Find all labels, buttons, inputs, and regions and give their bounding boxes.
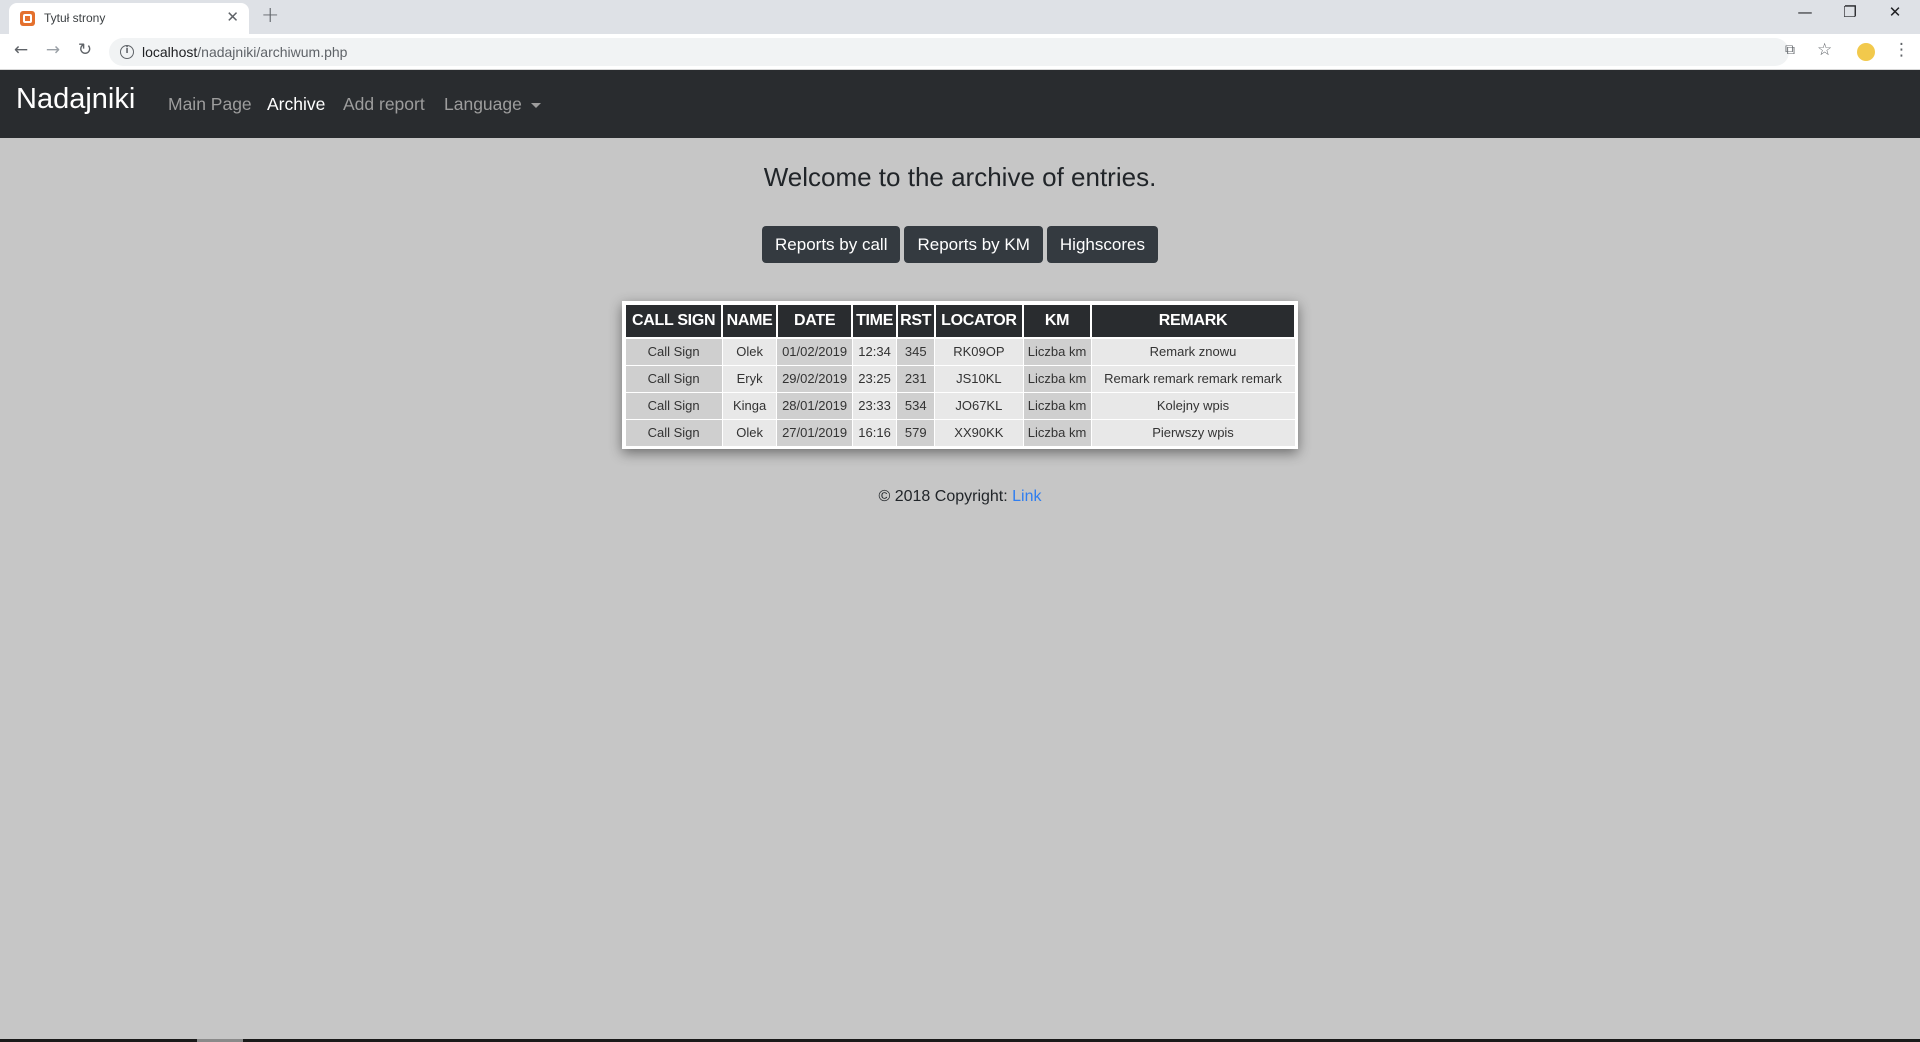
cell-time: 23:25 [851, 364, 898, 393]
header-date: DATE [775, 303, 854, 339]
archive-table: CALL SIGN NAME DATE TIME RST LOCATOR KM … [623, 303, 1296, 447]
tab-close-icon[interactable]: ✕ [226, 8, 239, 26]
window-minimize-button[interactable]: — [1782, 3, 1828, 21]
cell-date: 29/02/2019 [776, 364, 853, 393]
footer-link[interactable]: Link [1012, 488, 1041, 505]
cell-rst: 345 [896, 337, 936, 366]
nav-language-dropdown[interactable]: Language [444, 94, 541, 115]
back-arrow-icon[interactable]: ← [9, 40, 33, 60]
star-icon[interactable]: ☆ [1817, 40, 1832, 60]
favicon-icon [20, 11, 35, 26]
tab-title: Tytuł strony [44, 11, 106, 25]
cell-rst: 579 [896, 418, 936, 447]
nav-language-label: Language [444, 94, 522, 114]
cell-date: 01/02/2019 [776, 337, 853, 366]
window-restore-button[interactable]: ❐ [1827, 3, 1873, 21]
footer-copyright: © 2018 Copyright: [878, 488, 1013, 505]
header-time: TIME [851, 303, 898, 339]
nav-add-report[interactable]: Add report [343, 94, 425, 115]
cell-date: 28/01/2019 [776, 391, 853, 420]
browser-toolbar: ← → ↻ i localhost/nadajniki/archiwum.php [0, 34, 1920, 70]
nav-archive[interactable]: Archive [267, 94, 325, 115]
header-rst: RST [895, 303, 936, 339]
page-title: Welcome to the archive of entries. [763, 162, 1157, 192]
reload-icon[interactable]: ↻ [73, 40, 97, 60]
new-tab-button[interactable]: + [261, 3, 279, 28]
table-row: Call Sign Olek 01/02/2019 12:34 345 RK09… [624, 337, 1296, 366]
cell-name: Olek [721, 418, 778, 447]
table-row: Call Sign Olek 27/01/2019 16:16 579 XX90… [624, 418, 1296, 447]
forward-arrow-icon[interactable]: → [41, 40, 65, 60]
cell-remark: Kolejny wpis [1090, 391, 1296, 420]
cell-remark: Remark znowu [1090, 337, 1296, 366]
cell-call-sign: Call Sign [624, 418, 723, 447]
report-buttons: Reports by call Reports by KM Highscores [0, 226, 1920, 263]
cell-km: Liczba km [1022, 364, 1092, 393]
header-km: KM [1022, 303, 1093, 339]
reports-by-km-button[interactable]: Reports by KM [904, 226, 1043, 263]
table-header-row: CALL SIGN NAME DATE TIME RST LOCATOR KM … [623, 303, 1296, 339]
reports-by-call-button[interactable]: Reports by call [762, 226, 901, 263]
cell-call-sign: Call Sign [624, 337, 723, 366]
url-text[interactable]: localhost/nadajniki/archiwum.php [142, 44, 347, 60]
header-call-sign: CALL SIGN [623, 303, 724, 339]
table-row: Call Sign Kinga 28/01/2019 23:33 534 JO6… [624, 391, 1296, 420]
cell-name: Eryk [721, 364, 778, 393]
browser-tab-strip: Tytuł strony ✕ + — ❐ ✕ [0, 0, 1920, 34]
cell-rst: 231 [896, 364, 936, 393]
window-close-button[interactable]: ✕ [1872, 3, 1918, 21]
info-icon[interactable]: i [120, 45, 134, 59]
cell-time: 12:34 [851, 337, 898, 366]
profile-avatar-icon[interactable] [1857, 43, 1875, 61]
archive-table-container: CALL SIGN NAME DATE TIME RST LOCATOR KM … [622, 301, 1298, 449]
cell-call-sign: Call Sign [624, 364, 723, 393]
cell-locator: JS10KL [934, 364, 1024, 393]
cell-remark: Pierwszy wpis [1090, 418, 1296, 447]
cell-km: Liczba km [1022, 337, 1092, 366]
header-remark: REMARK [1090, 303, 1296, 339]
nav-main-page[interactable]: Main Page [168, 94, 252, 115]
site-navbar: Nadajniki Main Page Archive Add report L… [0, 70, 1920, 138]
header-locator: LOCATOR [933, 303, 1025, 339]
brand-logo[interactable]: Nadajniki [16, 83, 135, 116]
footer: © 2018 Copyright: Link [0, 488, 1920, 506]
cell-locator: XX90KK [934, 418, 1024, 447]
address-bar[interactable]: i localhost/nadajniki/archiwum.php [109, 38, 1789, 66]
cell-km: Liczba km [1022, 418, 1092, 447]
cell-km: Liczba km [1022, 391, 1092, 420]
cell-time: 23:33 [851, 391, 898, 420]
header-name: NAME [721, 303, 778, 339]
menu-dots-icon[interactable]: ⋮ [1893, 40, 1910, 60]
browser-tab[interactable]: Tytuł strony ✕ [9, 3, 249, 34]
table-row: Call Sign Eryk 29/02/2019 23:25 231 JS10… [624, 364, 1296, 393]
caret-down-icon [530, 102, 541, 108]
highscores-button[interactable]: Highscores [1046, 226, 1158, 263]
cell-remark: Remark remark remark remark [1090, 364, 1296, 393]
cell-time: 16:16 [851, 418, 898, 447]
cell-name: Kinga [721, 391, 778, 420]
cell-date: 27/01/2019 [776, 418, 853, 447]
cell-call-sign: Call Sign [624, 391, 723, 420]
cell-rst: 534 [896, 391, 936, 420]
cell-locator: RK09OP [934, 337, 1024, 366]
url-path: /nadajniki/archiwum.php [197, 44, 348, 60]
url-host: localhost [142, 44, 198, 60]
cell-name: Olek [721, 337, 778, 366]
cell-locator: JO67KL [934, 391, 1024, 420]
translate-icon[interactable]: ⧉ [1785, 42, 1795, 58]
